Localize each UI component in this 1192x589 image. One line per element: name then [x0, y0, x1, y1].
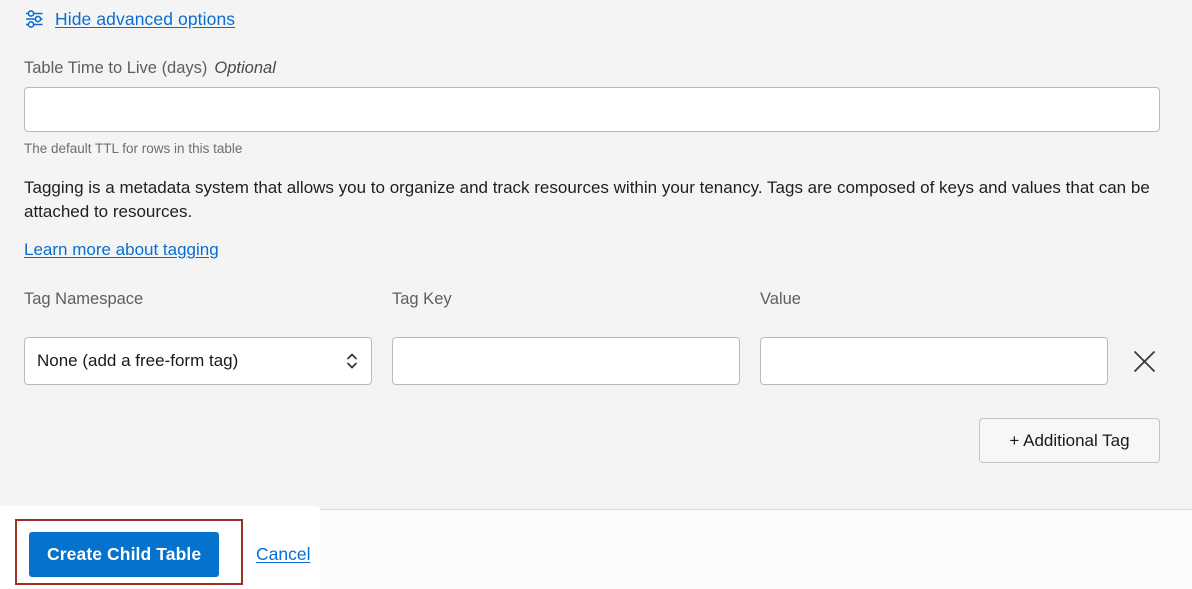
- tag-namespace-selected-value: None (add a free-form tag): [37, 351, 239, 370]
- create-child-table-form: Hide advanced options Table Time to Live…: [0, 0, 1192, 589]
- sliders-icon: [24, 8, 46, 30]
- close-icon[interactable]: [1131, 348, 1158, 375]
- add-additional-tag-button[interactable]: + Additional Tag: [979, 418, 1160, 463]
- tag-key-input[interactable]: [392, 337, 740, 385]
- cancel-link[interactable]: Cancel: [256, 544, 310, 565]
- tag-value-label: Value: [760, 290, 801, 308]
- create-child-table-button[interactable]: Create Child Table: [29, 532, 220, 577]
- ttl-input[interactable]: [24, 87, 1160, 132]
- tagging-description: Tagging is a metadata system that allows…: [24, 178, 1150, 221]
- chevron-up-down-icon: [345, 350, 359, 372]
- tag-namespace-select[interactable]: None (add a free-form tag): [24, 337, 372, 385]
- learn-more-about-tagging-link[interactable]: Learn more about tagging: [24, 240, 219, 260]
- tag-namespace-label: Tag Namespace: [24, 290, 144, 308]
- ttl-label-text: Table Time to Live (days): [24, 59, 208, 77]
- ttl-field-label: Table Time to Live (days) Optional: [24, 59, 276, 78]
- tag-namespace-select-box[interactable]: None (add a free-form tag): [24, 337, 372, 385]
- ttl-help-text: The default TTL for rows in this table: [24, 141, 243, 156]
- tag-key-label: Tag Key: [392, 290, 452, 308]
- toggle-advanced-options[interactable]: Hide advanced options: [24, 8, 235, 30]
- ttl-optional-tag: Optional: [214, 59, 276, 77]
- advanced-options-label[interactable]: Hide advanced options: [55, 9, 235, 30]
- tag-value-input[interactable]: [760, 337, 1108, 385]
